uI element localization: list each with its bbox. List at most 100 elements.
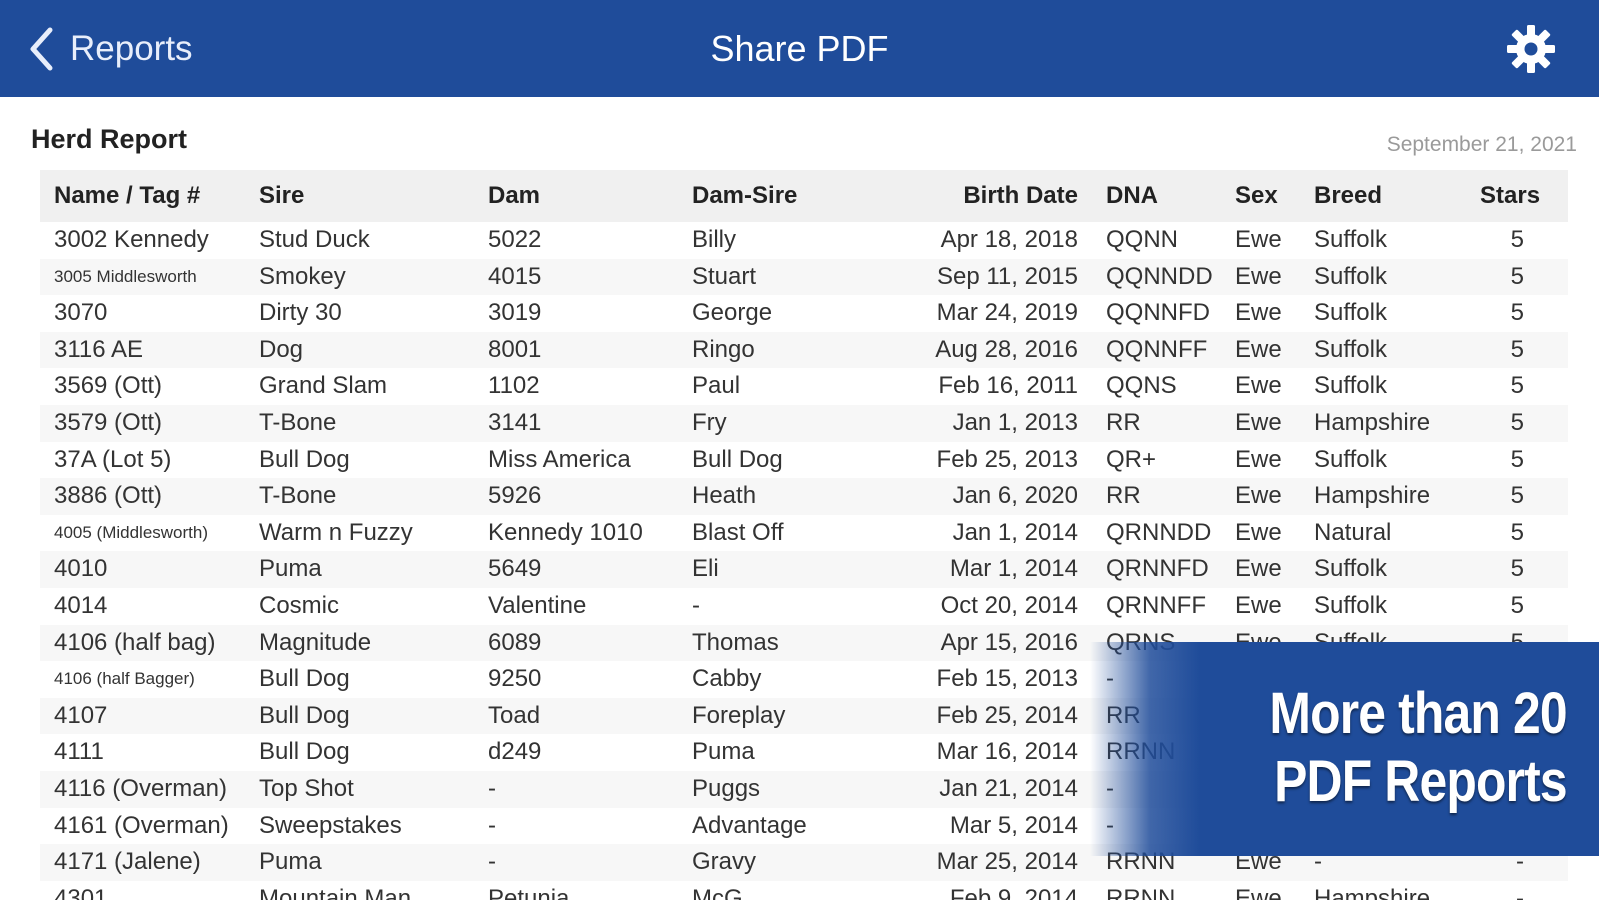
cell-name: 4161 (Overman) [54,811,229,839]
cell-birth-date: Feb 25, 2013 [936,445,1078,473]
cell-name: 3002 Kennedy [54,226,209,253]
cell-sire: Top Shot [259,774,354,802]
cell-stars: 5 [1510,226,1524,253]
cell-dam: 1102 [488,372,540,400]
cell-name: 4111 [54,738,104,766]
table-row[interactable]: 4010 Puma 5649 Eli Mar 1, 2014 QRNNFD Ewe Suffo… [40,551,1568,588]
promo-line-1: More than 20 [1269,681,1568,746]
cell-dam: 5022 [488,226,542,253]
cell-dam: 5926 [488,482,542,510]
cell-dam-sire: George [692,299,773,327]
cell-dam-sire: Bull Dog [692,445,783,473]
header-stars[interactable]: Stars [1480,170,1540,222]
cell-dam: Toad [488,701,541,729]
cell-sex: Ewe [1235,372,1282,400]
cell-dam-sire: Blast Off [692,518,784,546]
table-row[interactable]: 4014 Cosmic Valentine - Oct 20, 2014 QRNNFF Ew… [40,588,1568,625]
cell-sex: Ewe [1235,482,1282,510]
table-row[interactable]: 4301 Mountain Man Petunia McG Feb 9, 2014 RRN… [40,881,1568,900]
table-row[interactable]: 3579 (Ott) T-Bone 3141 Fry Jan 1, 2013 RR Ewe H… [40,404,1568,442]
cell-sire: Mountain Man [259,884,412,900]
cell-birth-date: Apr 15, 2016 [940,628,1078,656]
header-sex[interactable]: Sex [1235,170,1278,222]
header-dna[interactable]: DNA [1106,170,1158,222]
cell-sire: Puma [259,555,322,583]
cell-stars: 5 [1510,335,1524,363]
cell-birth-date: Apr 18, 2018 [940,226,1078,253]
cell-birth-date: Feb 25, 2014 [936,701,1078,729]
table-row[interactable]: 3569 (Ott) Grand Slam 1102 Paul Feb 16, 2011… [40,368,1568,405]
table-row[interactable]: 3070 Dirty 30 3019 George Mar 24, 2019 QQNNFD… [40,295,1568,332]
cell-name: 3569 (Ott) [54,372,163,400]
header-dam-sire[interactable]: Dam-Sire [692,170,797,222]
cell-sire: Bull Dog [259,738,350,766]
cell-dam: - [488,774,496,802]
cell-dna: QRNNDD [1106,518,1212,546]
cell-stars: 5 [1510,262,1524,290]
cell-dna: QRNNFD [1106,555,1209,583]
cell-dam: - [488,811,496,839]
cell-birth-date: Aug 28, 2016 [935,335,1078,363]
header-sire[interactable]: Sire [259,170,304,222]
report-title: Herd Report [31,124,188,154]
cell-sire: Puma [259,848,322,876]
cell-sire: T-Bone [259,482,337,510]
header-birth-date[interactable]: Birth Date [890,170,1078,222]
cell-sire: Smokey [259,262,346,290]
cell-name: 4106 (half Bagger) [54,669,195,689]
promo-line-2: PDF Reports [1274,749,1567,814]
cell-dna: QQNNFD [1106,299,1210,327]
table-row[interactable]: 3005 Middlesworth Smokey 4015 Stuart Sep 11,… [40,258,1568,296]
cell-stars: 5 [1510,299,1524,327]
cell-breed: Hampshire [1314,408,1431,436]
cell-dam: Valentine [488,591,587,619]
cell-dam-sire: Fry [692,408,727,436]
cell-dam: Kennedy 1010 [488,518,643,546]
cell-name: 4010 [54,555,108,583]
header-dam[interactable]: Dam [488,170,540,222]
cell-birth-date: Feb 16, 2011 [938,372,1078,400]
cell-dna: RRNN [1106,884,1176,900]
cell-birth-date: Mar 16, 2014 [936,738,1078,766]
cell-name: 3579 (Ott) [54,408,163,436]
cell-sire: Magnitude [259,628,372,656]
cell-dam-sire: Eli [692,555,719,583]
cell-dam: Petunia [488,884,570,900]
cell-birth-date: Sep 11, 2015 [936,262,1078,290]
header-breed[interactable]: Breed [1314,170,1382,222]
table-row[interactable]: 37A (Lot 5) Bull Dog Miss America Bull Dog F… [40,442,1568,479]
cell-dam-sire: Thomas [692,628,779,656]
promo-banner: More than 20 PDF Reports [1090,642,1599,856]
cell-dam: 8001 [488,335,542,363]
table-header: Name / Tag # Sire Dam Dam-Sire Birth Dat… [40,170,1568,222]
cell-dam-sire: Heath [692,482,757,510]
gear-icon[interactable] [1506,24,1556,74]
cell-dam: 3019 [488,299,542,327]
cell-name: 4301 [54,884,108,900]
cell-sire: Grand Slam [259,372,388,400]
table-row[interactable]: 4005 (Middlesworth) Warm n Fuzzy Kennedy 1… [40,515,1568,552]
table-row[interactable]: 3002 Kennedy Stud Duck 5022 Billy Apr 18, 20… [40,222,1568,259]
header-name[interactable]: Name / Tag # [54,170,200,222]
cell-birth-date: Feb 15, 2013 [936,665,1078,693]
cell-breed: Suffolk [1314,299,1387,327]
cell-dna: QQNNDD [1106,262,1213,290]
cell-sex: Ewe [1235,591,1282,619]
cell-birth-date: Jan 1, 2013 [952,408,1078,436]
table-row[interactable]: 3886 (Ott) T-Bone 5926 Heath Jan 6, 2020 RR Ew… [40,478,1568,515]
cell-sex: Ewe [1235,518,1282,546]
cell-birth-date: Mar 24, 2019 [936,299,1078,327]
cell-breed: Hampshire [1314,884,1431,900]
cell-name: 4116 (Overman) [54,774,227,802]
cell-dam-sire: Stuart [692,262,757,290]
cell-sex: Ewe [1235,335,1282,363]
table-row[interactable]: 3116 AE Dog 8001 Ringo Aug 28, 2016 QQNNFF Ewe… [40,331,1568,369]
cell-dam-sire: Puggs [692,774,761,802]
cell-birth-date: Oct 20, 2014 [940,591,1078,619]
cell-sex: Ewe [1235,408,1282,436]
cell-dam-sire: Paul [692,372,741,400]
cell-dam-sire: Gravy [692,848,757,876]
cell-name: 3005 Middlesworth [54,266,197,286]
cell-stars: 5 [1510,408,1524,436]
cell-name: 4014 [54,591,108,619]
